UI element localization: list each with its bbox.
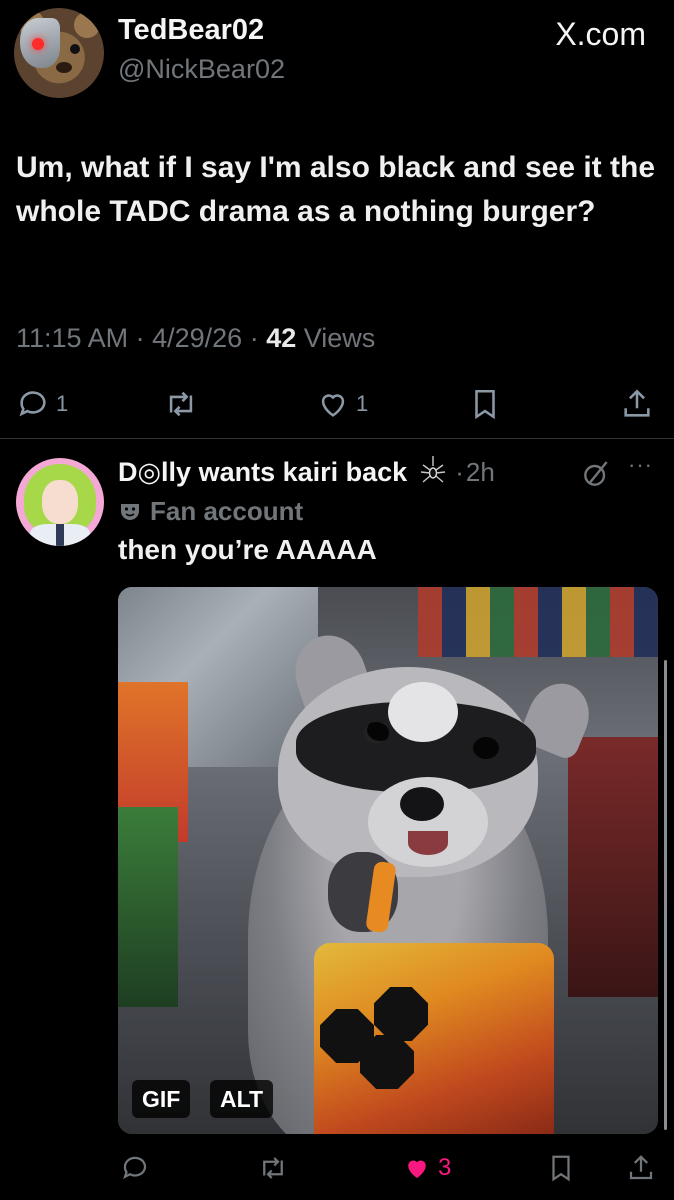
snack-bag — [314, 943, 554, 1134]
reply-action-bar: 3 — [0, 1146, 674, 1188]
tweet-text: Um, what if I say I'm also black and see… — [16, 151, 656, 228]
tweet-date[interactable]: 4/29/26 — [152, 323, 242, 353]
tweet-action-bar: 1 1 — [0, 382, 674, 426]
views-count: 42 — [266, 323, 297, 353]
raccoon-eye — [473, 737, 499, 759]
reply-button[interactable]: 1 — [16, 382, 68, 426]
alt-text-button[interactable]: ALT — [210, 1080, 274, 1118]
heart-icon — [321, 394, 345, 417]
fan-account-label: Fan account — [150, 495, 304, 526]
reply-time[interactable]: 2h — [466, 457, 495, 488]
tweet-time[interactable]: 11:15 AM — [16, 323, 128, 353]
like-count: 1 — [356, 391, 369, 416]
avatar-red-eye — [32, 38, 44, 50]
author-display-name[interactable]: TedBear02 — [118, 14, 264, 47]
author-avatar[interactable] — [14, 8, 104, 98]
reply-display-name[interactable]: D◎lly wants kairi back — [118, 457, 407, 488]
warning-label — [374, 987, 428, 1041]
retweet-icon — [263, 1157, 283, 1179]
avatar-tie — [56, 524, 64, 546]
reply-repost-button[interactable] — [258, 1146, 288, 1190]
share-icon — [624, 389, 650, 417]
scrollbar[interactable] — [664, 660, 667, 1130]
bookmark-button[interactable] — [468, 382, 502, 426]
gif-media[interactable]: GIF ALT — [118, 587, 658, 1134]
avatar-eye — [70, 44, 80, 54]
reply-icon — [123, 1156, 147, 1179]
bookmark-icon — [475, 389, 495, 420]
reply-bookmark-button[interactable] — [546, 1146, 576, 1190]
retweet-icon — [169, 391, 193, 417]
gif-badge: GIF — [132, 1080, 191, 1118]
meta-separator: · — [249, 323, 267, 353]
source-watermark: X.com — [555, 16, 646, 52]
reply-header: D◎lly wants kairi back · 2h — [118, 454, 495, 490]
bookmark-icon — [552, 1155, 570, 1182]
meta-separator: · — [135, 323, 153, 353]
avatar-nose — [56, 62, 72, 73]
reply-icon — [19, 391, 46, 417]
reply-share-button[interactable] — [626, 1146, 656, 1190]
reply-reply-button[interactable] — [120, 1146, 150, 1190]
reply-time-sep: · — [455, 456, 464, 487]
share-icon — [629, 1155, 653, 1180]
like-button[interactable]: 1 — [316, 382, 368, 426]
reply-author-avatar[interactable] — [16, 458, 104, 546]
author-handle[interactable]: @NickBear02 — [118, 54, 285, 85]
tweet-meta: 11:15 AM · 4/29/26 · 42 Views — [16, 323, 375, 354]
fan-account-label-row: Fan account — [118, 494, 303, 528]
fan-mask-icon — [121, 504, 139, 520]
reply-text: then you’re AAAAA — [118, 534, 377, 565]
share-button[interactable] — [620, 382, 654, 426]
repost-button[interactable] — [164, 382, 198, 426]
heart-icon — [408, 1160, 426, 1178]
tweet-divider — [0, 438, 674, 439]
avatar-face — [42, 480, 78, 524]
more-icon[interactable]: ··· — [628, 454, 658, 482]
spider-icon — [421, 456, 446, 483]
raccoon-brow — [388, 682, 458, 742]
views-label: Views — [303, 323, 376, 353]
avatar-ear — [74, 12, 100, 38]
raccoon-mouth — [408, 831, 448, 855]
reply-like-button[interactable]: 3 — [402, 1146, 451, 1190]
store-product — [568, 737, 658, 997]
raccoon-eye — [363, 722, 389, 744]
store-shelf-products — [418, 587, 658, 657]
store-product — [118, 807, 178, 1007]
grok-icon[interactable] — [580, 458, 612, 490]
reply-like-count: 3 — [438, 1154, 452, 1181]
raccoon-nose — [400, 787, 444, 821]
reply-count: 1 — [56, 391, 69, 416]
